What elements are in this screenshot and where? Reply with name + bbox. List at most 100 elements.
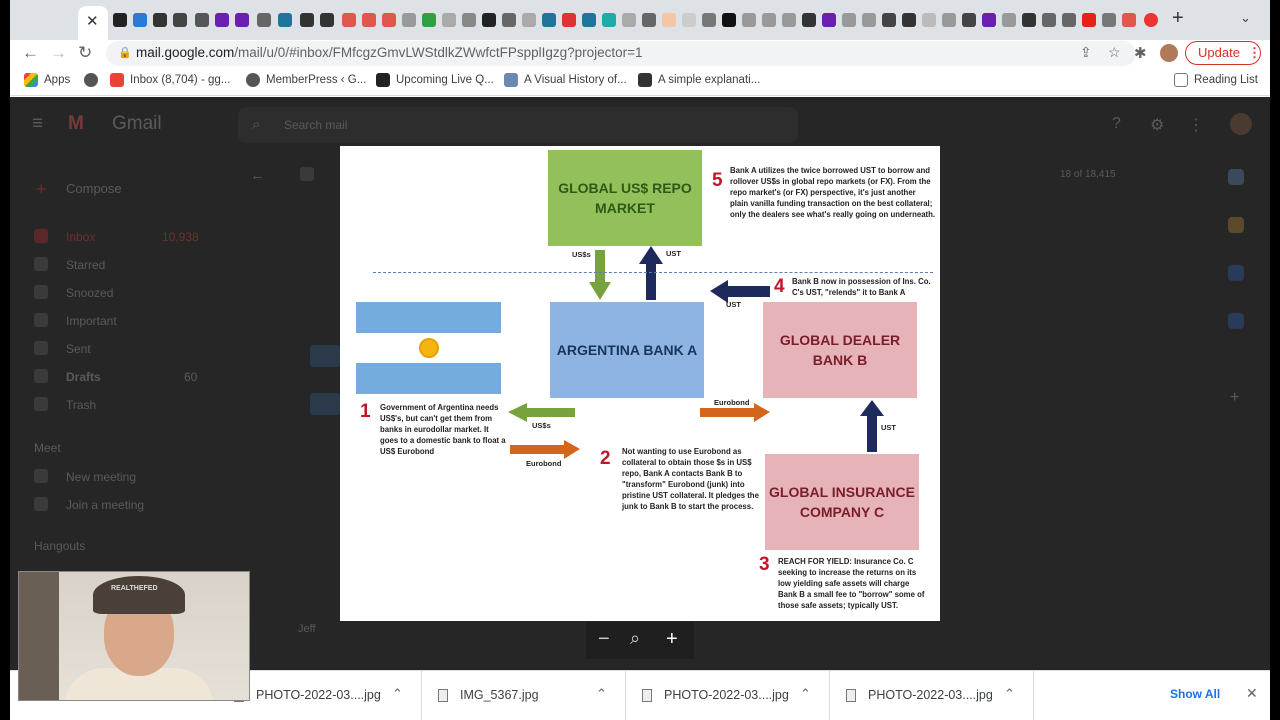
zoom-in-button[interactable]: + (666, 628, 678, 651)
chevron-up-icon[interactable]: ⌃ (392, 686, 403, 702)
forward-arrow-icon[interactable]: → (50, 43, 67, 63)
nav-sent[interactable]: Sent (66, 342, 91, 356)
reading-list[interactable]: Reading List (1194, 74, 1258, 86)
bookmark-visual-history[interactable]: A Visual History of... (524, 74, 627, 86)
tab-favicon[interactable] (1042, 13, 1056, 27)
tab-favicon[interactable] (762, 13, 776, 27)
download-filename[interactable]: PHOTO-2022-03....jpg (256, 688, 381, 702)
account-avatar[interactable] (1230, 113, 1252, 135)
bookmark-simple-explanation[interactable]: A simple explanati... (658, 74, 760, 86)
back-arrow-icon[interactable]: ← (22, 43, 39, 63)
tab-favicon[interactable] (1102, 13, 1116, 27)
tab-favicon[interactable] (482, 13, 496, 27)
chevron-up-icon[interactable]: ⌃ (800, 686, 811, 702)
tab-favicon[interactable] (422, 13, 436, 27)
bookmark-star-icon[interactable]: ☆ (1108, 44, 1121, 61)
tab-favicon[interactable] (1062, 13, 1076, 27)
tab-favicon[interactable] (153, 13, 167, 27)
gear-icon[interactable]: ⚙ (1150, 115, 1164, 135)
tab-favicon[interactable] (582, 13, 596, 27)
download-filename[interactable]: IMG_5367.jpg (460, 688, 539, 702)
tab-favicon[interactable] (342, 13, 356, 27)
tab-favicon[interactable] (602, 13, 616, 27)
tab-favicon[interactable] (802, 13, 816, 27)
add-addon-icon[interactable]: + (1230, 389, 1239, 407)
gmail-logo[interactable]: Gmail (112, 113, 162, 135)
tab-favicon[interactable] (1002, 13, 1016, 27)
bookmark-memberpress[interactable]: MemberPress ‹ G... (266, 74, 366, 86)
address-bar[interactable]: 🔒 mail.google.com/mail/u/0/#inbox/FMfcgz… (106, 41, 1136, 66)
tab-favicon[interactable] (782, 13, 796, 27)
archive-icon[interactable] (300, 167, 314, 181)
bookmark-apps[interactable]: Apps (44, 74, 70, 86)
lock-icon[interactable]: 🔒 (118, 46, 132, 59)
nav-drafts[interactable]: Drafts (66, 370, 101, 384)
tab-favicon[interactable] (320, 13, 334, 27)
tab-favicon[interactable] (642, 13, 656, 27)
tab-favicon[interactable] (257, 13, 271, 27)
url-text[interactable]: mail.google.com/mail/u/0/#inbox/FMfcgzGm… (136, 45, 643, 60)
new-meeting-link[interactable]: New meeting (66, 470, 136, 484)
show-all-button[interactable]: Show All (1170, 687, 1220, 701)
attachment-thumb[interactable] (310, 393, 340, 415)
contacts-icon[interactable] (1228, 313, 1244, 329)
globe-icon[interactable] (84, 73, 98, 87)
join-meeting-link[interactable]: Join a meeting (66, 498, 144, 512)
tab-favicon[interactable] (300, 13, 314, 27)
nav-inbox[interactable]: Inbox (66, 230, 95, 244)
tab-favicon[interactable] (882, 13, 896, 27)
tab-favicon[interactable] (382, 13, 396, 27)
tab-favicon[interactable] (982, 13, 996, 27)
tab-favicon[interactable] (722, 13, 736, 27)
download-item[interactable]: IMG_5367.jpg ⌃ (422, 671, 626, 720)
nav-starred[interactable]: Starred (66, 258, 105, 272)
tab-favicon[interactable] (702, 13, 716, 27)
tab-favicon[interactable] (442, 13, 456, 27)
tab-favicon[interactable] (562, 13, 576, 27)
tab-favicon[interactable] (195, 13, 209, 27)
tab-favicon[interactable] (822, 13, 836, 27)
tab-favicon[interactable] (173, 13, 187, 27)
tab-favicon[interactable] (1022, 13, 1036, 27)
apps-grid-icon[interactable] (24, 73, 38, 87)
chevron-up-icon[interactable]: ⌃ (1004, 686, 1015, 702)
tab-favicon[interactable] (962, 13, 976, 27)
tab-favicon[interactable] (862, 13, 876, 27)
more-menu-icon[interactable]: ⋮ (1248, 42, 1261, 64)
bookmark-inbox[interactable]: Inbox (8,704) - gg... (130, 74, 230, 86)
tab-favicon[interactable] (278, 13, 292, 27)
tab-favicon[interactable] (502, 13, 516, 27)
tab-favicon[interactable] (402, 13, 416, 27)
tab-favicon[interactable] (682, 13, 696, 27)
zoom-reset-icon[interactable]: ⌕ (630, 628, 640, 649)
tab-favicon[interactable] (1122, 13, 1136, 27)
download-filename[interactable]: PHOTO-2022-03....jpg (664, 688, 789, 702)
tab-favicon[interactable] (215, 13, 229, 27)
close-icon[interactable]: ✕ (1246, 685, 1258, 702)
attachment-thumb[interactable] (310, 345, 340, 367)
chevron-up-icon[interactable]: ⌃ (596, 686, 607, 702)
nav-important[interactable]: Important (66, 314, 117, 328)
tasks-icon[interactable] (1228, 265, 1244, 281)
tab-favicon[interactable] (362, 13, 376, 27)
new-tab-button[interactable]: + (1172, 7, 1184, 30)
share-icon[interactable]: ⇪ (1080, 44, 1092, 61)
tab-favicon[interactable] (742, 13, 756, 27)
calendar-icon[interactable] (1228, 169, 1244, 185)
keep-icon[interactable] (1228, 217, 1244, 233)
update-button[interactable]: Update ⋮ (1185, 41, 1261, 65)
tab-favicon[interactable] (922, 13, 936, 27)
tab-favicon[interactable] (942, 13, 956, 27)
tab-favicon[interactable] (842, 13, 856, 27)
tab-favicon[interactable] (133, 13, 147, 27)
compose-button[interactable]: Compose (66, 181, 122, 196)
tab-favicon[interactable] (235, 13, 249, 27)
download-filename[interactable]: PHOTO-2022-03....jpg (868, 688, 993, 702)
nav-trash[interactable]: Trash (66, 398, 96, 412)
tab-favicon[interactable] (462, 13, 476, 27)
extensions-icon[interactable]: ✱ (1134, 44, 1147, 62)
download-item[interactable]: PHOTO-2022-03....jpg ⌃ (830, 671, 1034, 720)
hamburger-icon[interactable]: ≡ (32, 113, 43, 135)
tab-favicon[interactable] (1144, 13, 1158, 27)
close-tab-icon[interactable]: ✕ (86, 12, 99, 30)
